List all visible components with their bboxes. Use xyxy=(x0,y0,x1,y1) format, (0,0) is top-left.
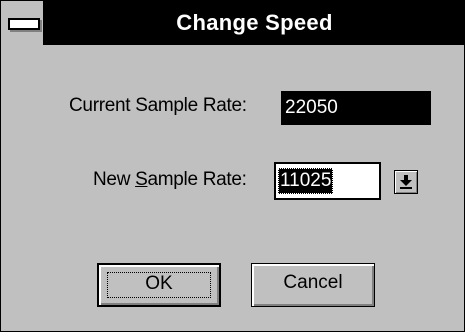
change-speed-dialog: Change Speed Current Sample Rate: 22050 … xyxy=(0,0,465,332)
system-menu-icon xyxy=(8,18,40,30)
system-menu-button[interactable] xyxy=(1,1,45,45)
sample-rate-dropdown-button[interactable] xyxy=(394,170,418,194)
current-sample-rate-value: 22050 xyxy=(281,91,431,125)
current-sample-rate-label: Current Sample Rate: xyxy=(69,95,247,116)
new-sample-rate-combobox[interactable]: 11025 xyxy=(274,162,381,200)
cancel-button-label: Cancel xyxy=(283,272,343,293)
dropdown-arrow-icon xyxy=(400,175,412,189)
new-sample-rate-label: New Sample Rate: xyxy=(93,169,247,190)
cancel-button[interactable]: Cancel xyxy=(251,263,375,307)
ok-button[interactable]: OK xyxy=(97,263,221,307)
ok-focus-rect xyxy=(107,272,211,298)
title-bar[interactable]: Change Speed xyxy=(1,1,464,45)
dialog-title: Change Speed xyxy=(176,10,333,35)
new-sample-rate-input[interactable]: 11025 xyxy=(278,168,334,194)
